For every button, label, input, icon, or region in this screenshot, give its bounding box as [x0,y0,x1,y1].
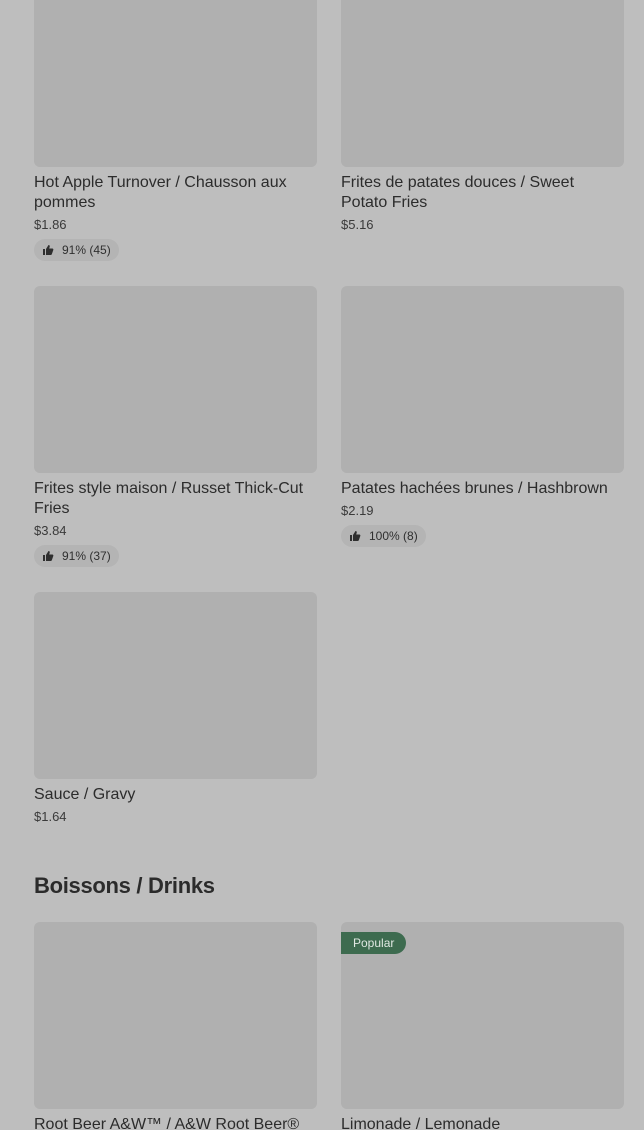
item-price: $1.86 [34,217,67,232]
item-name: Limonade / Lemonade [341,1116,501,1130]
item-name: Patates hachées brunes / Hashbrown [341,480,608,497]
thumbs-up-icon [349,530,361,542]
item-name: Frites style maison / Russet Thick-Cut F… [34,480,304,517]
rating-text: 91% (37) [62,549,111,563]
item-image[interactable]: Popular [341,922,624,1109]
item-image[interactable] [34,0,317,167]
menu-page: Hot Apple Turnover / Chausson aux pommes… [0,0,644,1130]
item-image[interactable] [341,286,624,473]
menu-item-card[interactable]: Sauce / Gravy $1.64 [34,592,317,826]
menu-item-card[interactable]: Frites style maison / Russet Thick-Cut F… [34,286,317,567]
thumbs-up-icon [42,244,54,256]
item-image[interactable] [34,286,317,473]
menu-item-card[interactable]: Patates hachées brunes / Hashbrown $2.19… [341,286,624,547]
item-name: Root Beer A&W™ / A&W Root Beer® [34,1116,300,1130]
item-price: $5.16 [341,217,374,232]
item-name: Frites de patates douces / Sweet Potato … [341,174,575,211]
rating-badge: 100% (8) [341,525,426,547]
thumbs-up-icon [42,550,54,562]
item-name: Hot Apple Turnover / Chausson aux pommes [34,174,287,211]
menu-item-card[interactable]: Root Beer A&W™ / A&W Root Beer® [34,922,317,1130]
item-image[interactable] [34,922,317,1109]
item-name: Sauce / Gravy [34,786,136,803]
section-title: Boissons / Drinks [34,873,215,898]
item-image[interactable] [34,592,317,779]
rating-badge: 91% (45) [34,239,119,261]
rating-text: 91% (45) [62,243,111,257]
rating-text: 100% (8) [369,529,418,543]
item-image[interactable] [341,0,624,167]
menu-item-card[interactable]: Frites de patates douces / Sweet Potato … [341,0,624,234]
item-price: $2.19 [341,503,374,518]
item-price: $1.64 [34,809,67,824]
popular-badge: Popular [341,932,407,954]
item-price: $3.84 [34,523,67,538]
rating-badge: 91% (37) [34,545,119,567]
menu-item-card[interactable]: Popular Limonade / Lemonade [341,922,624,1130]
menu-item-card[interactable]: Hot Apple Turnover / Chausson aux pommes… [34,0,317,261]
